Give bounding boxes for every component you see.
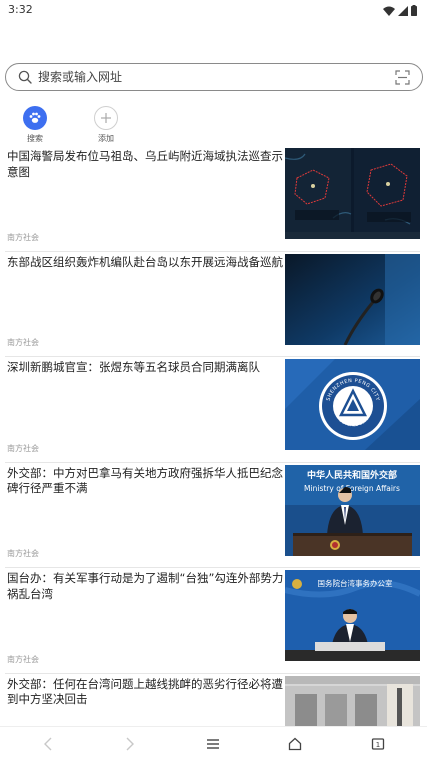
news-source: 南方社会: [7, 654, 39, 664]
tabs-icon: 1: [371, 738, 385, 750]
quick-link-label: 添加: [98, 134, 114, 143]
menu-button[interactable]: [203, 735, 223, 753]
news-title: 外交部：任何在台湾问题上越线挑衅的恶劣行径必将遭到中方坚决回击: [7, 676, 283, 707]
status-bar: 3:32: [0, 0, 427, 22]
news-item[interactable]: 外交部：中方对巴拿马有关地方政府强拆华人抵巴纪念碑行径严重不满 南方社会 中华人…: [5, 463, 420, 568]
menu-icon: [207, 739, 219, 749]
news-source: 南方社会: [7, 443, 39, 453]
news-item[interactable]: 中国海警局发布位马祖岛、乌丘屿附近海域执法巡查示意图 南方社会: [5, 146, 420, 252]
status-time: 3:32: [8, 3, 33, 16]
news-thumbnail-map: [285, 148, 420, 239]
news-thumbnail-press: 中华人民共和国外交部 Ministry of Foreign Affairs: [285, 464, 420, 556]
forward-button[interactable]: [120, 735, 140, 753]
back-button[interactable]: [38, 735, 58, 753]
banner-cn: 中华人民共和国外交部: [307, 469, 397, 481]
news-title: 东部战区组织轰炸机编队赴台岛以东开展远海战备巡航: [7, 254, 283, 269]
wifi-icon: [383, 6, 395, 16]
tabs-button[interactable]: 1: [368, 735, 388, 753]
battery-icon: [411, 5, 417, 16]
home-icon: [288, 737, 302, 751]
news-source: 南方社会: [7, 549, 39, 558]
quick-link-add[interactable]: 添加: [88, 106, 124, 144]
news-thumbnail-press-2: 国务院台湾事务办公室: [285, 570, 420, 661]
status-icons: [383, 5, 417, 16]
news-title: 深圳新鹏城官宣：张煜东等五名球员合同期满离队: [7, 360, 260, 374]
news-source: 南方社会: [7, 232, 39, 242]
news-thumbnail-club-badge: SHENZHEN PENG CITY FOOTBALL CLUB: [285, 359, 420, 450]
quick-link-search[interactable]: 搜索: [17, 106, 53, 144]
quick-link-label: 搜索: [27, 134, 43, 143]
banner-en: Ministry of Foreign Affairs: [304, 484, 400, 493]
news-title: 中国海警局发布位马祖岛、乌丘屿附近海域执法巡查示意图: [7, 149, 283, 179]
news-item[interactable]: 国台办：有关军事行动是为了遏制“台独”勾连外部势力祸乱台湾 南方社会 国务院台湾…: [5, 568, 420, 674]
news-thumbnail-microphone: [285, 253, 420, 345]
search-input[interactable]: [38, 67, 378, 87]
news-title: 外交部：中方对巴拿马有关地方政府强拆华人抵巴纪念碑行径严重不满: [7, 465, 283, 496]
news-feed: 中国海警局发布位马祖岛、乌丘屿附近海域执法巡查示意图 南方社会 东部战区组织轰炸…: [0, 146, 427, 760]
plus-icon: [94, 106, 118, 130]
news-item[interactable]: 深圳新鹏城官宣：张煜东等五名球员合同期满离队 南方社会 SHENZHEN PEN…: [5, 357, 420, 463]
news-source: 南方社会: [7, 338, 39, 347]
scan-icon[interactable]: [395, 70, 410, 85]
address-search-bar[interactable]: [5, 63, 423, 91]
news-thumbnail-building: [285, 675, 420, 734]
search-icon: [18, 70, 32, 84]
bottom-navigation: 1: [0, 726, 427, 760]
news-item[interactable]: 东部战区组织轰炸机编队赴台岛以东开展远海战备巡航 南方社会: [5, 252, 420, 357]
paw-icon: [23, 106, 47, 130]
banner-cn: 国务院台湾事务办公室: [318, 578, 393, 588]
chevron-left-icon: [44, 737, 52, 751]
signal-icon: [398, 5, 408, 16]
svg-text:1: 1: [376, 741, 380, 749]
chevron-right-icon: [126, 737, 134, 751]
home-button[interactable]: [285, 735, 305, 753]
news-title: 国台办：有关军事行动是为了遏制“台独”勾连外部势力祸乱台湾: [7, 571, 284, 601]
